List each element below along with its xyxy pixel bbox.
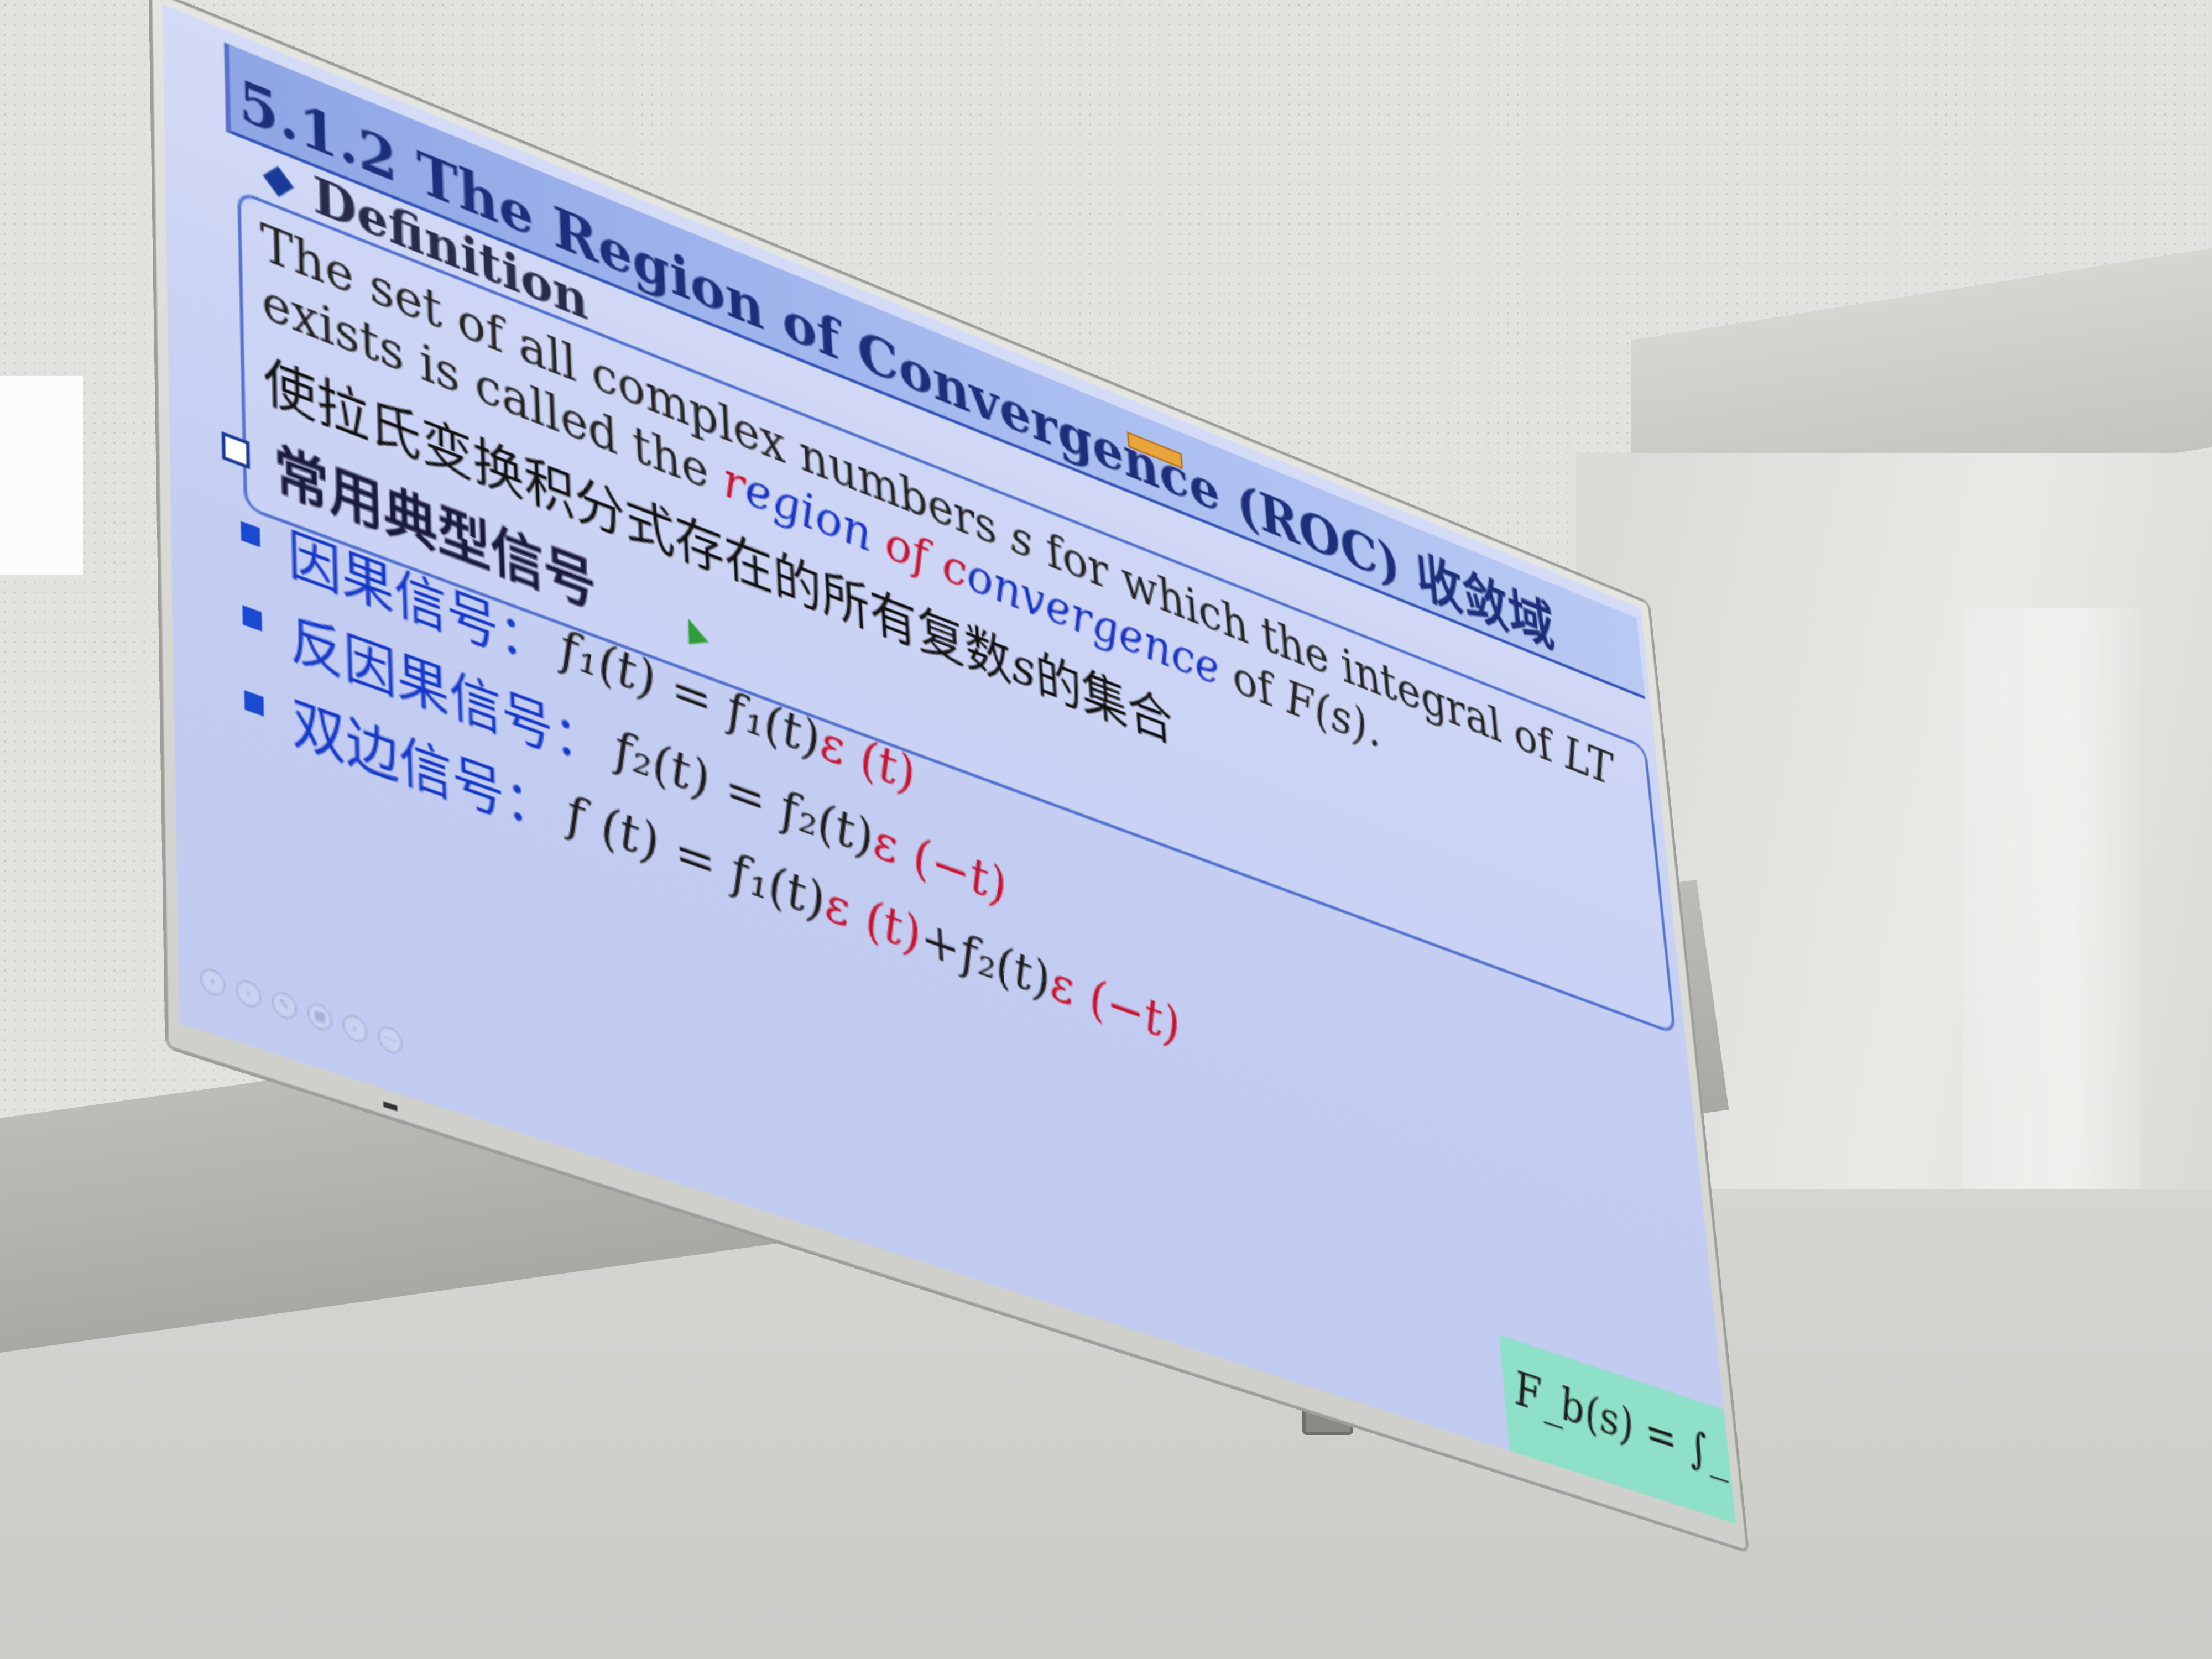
square-bullet-icon: [242, 605, 262, 632]
next-icon[interactable]: ›: [236, 977, 262, 1011]
window-light: [0, 376, 83, 575]
square-bullet-icon: [244, 690, 264, 717]
square-bullet-icon: [221, 431, 251, 469]
zoom-icon[interactable]: ⌕: [342, 1011, 368, 1046]
more-icon[interactable]: ⋯: [377, 1023, 403, 1057]
pen-icon[interactable]: ✎: [272, 988, 298, 1022]
square-bullet-icon: [241, 521, 260, 547]
slides-icon[interactable]: ▦: [307, 1000, 333, 1034]
diamond-bullet-icon: [263, 166, 294, 197]
prev-icon[interactable]: ‹: [200, 965, 226, 999]
